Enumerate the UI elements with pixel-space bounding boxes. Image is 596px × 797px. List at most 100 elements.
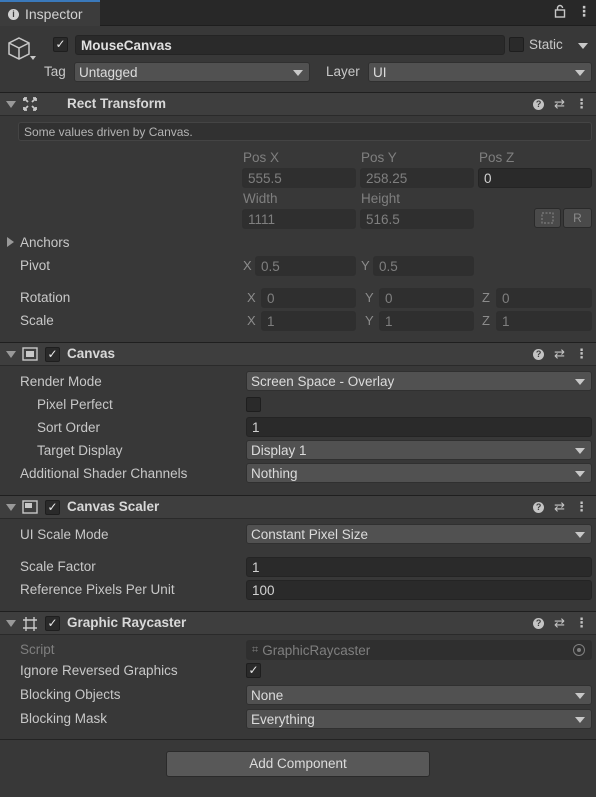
tab-inspector[interactable]: i Inspector — [0, 0, 100, 26]
blocking-objects-dropdown[interactable]: None — [246, 685, 592, 705]
raw-edit-button[interactable]: R — [563, 208, 592, 228]
ref-ppu-field[interactable]: 100 — [246, 580, 592, 600]
height-field[interactable]: 516.5 — [360, 209, 474, 229]
graphic-raycaster-enabled-checkbox[interactable]: ✓ — [45, 616, 60, 631]
rotation-y-axis[interactable]: Y — [365, 290, 374, 305]
object-picker-icon[interactable] — [573, 644, 585, 656]
script-label: Script — [20, 642, 55, 657]
pivot-y-axis[interactable]: Y — [361, 258, 370, 273]
gameobject-cube-icon[interactable] — [6, 35, 32, 66]
blocking-objects-label: Blocking Objects — [20, 687, 121, 702]
pixel-perfect-label: Pixel Perfect — [37, 397, 113, 412]
rotation-x-field[interactable]: 0 — [261, 288, 356, 308]
pivot-x-axis[interactable]: X — [243, 258, 252, 273]
rotation-x-axis[interactable]: X — [247, 290, 256, 305]
kebab-menu-icon[interactable]: ⋮ — [577, 3, 591, 20]
canvas-icon — [22, 347, 38, 364]
help-icon[interactable]: ? — [533, 99, 545, 110]
gameobject-name-field[interactable]: MouseCanvas — [75, 35, 505, 55]
foldout-arrow-icon[interactable] — [6, 504, 16, 511]
pos-z-field[interactable]: 0 — [478, 168, 592, 188]
kebab-menu-icon[interactable]: ⋮ — [575, 615, 588, 631]
scale-z-field[interactable]: 1 — [496, 311, 592, 331]
blocking-mask-value: Everything — [251, 711, 315, 727]
static-checkbox[interactable] — [509, 37, 524, 52]
pivot-x-field[interactable]: 0.5 — [255, 256, 356, 276]
pivot-label: Pivot — [20, 258, 51, 273]
ui-scale-mode-dropdown[interactable]: Constant Pixel Size — [246, 524, 592, 544]
scale-y-axis[interactable]: Y — [365, 313, 374, 328]
anchors-foldout-icon[interactable] — [7, 237, 14, 247]
graphic-raycaster-header[interactable]: ✓ Graphic Raycaster ? ⇄ ⋮ — [0, 611, 596, 635]
shader-channels-dropdown[interactable]: Nothing — [246, 463, 592, 483]
target-display-value: Display 1 — [251, 442, 307, 458]
canvas-header[interactable]: ✓ Canvas ? ⇄ ⋮ — [0, 342, 596, 366]
scale-factor-field[interactable]: 1 — [246, 557, 592, 577]
pos-x-field[interactable]: 555.5 — [242, 168, 356, 188]
tag-dropdown[interactable]: Untagged — [74, 62, 310, 82]
shader-channels-value: Nothing — [251, 465, 298, 481]
chevron-down-icon — [293, 70, 303, 76]
lock-icon[interactable] — [554, 4, 566, 21]
static-dropdown-arrow-icon[interactable] — [578, 43, 588, 49]
scale-x-field[interactable]: 1 — [261, 311, 356, 331]
help-icon[interactable]: ? — [533, 349, 545, 360]
rect-transform-title: Rect Transform — [67, 96, 167, 111]
script-icon: ⌗ — [252, 643, 259, 656]
width-field[interactable]: 1111 — [242, 209, 356, 229]
graphic-raycaster-icon — [22, 616, 38, 635]
render-mode-label: Render Mode — [20, 374, 102, 389]
scale-z-axis[interactable]: Z — [482, 313, 490, 328]
help-icon[interactable]: ? — [533, 618, 545, 629]
render-mode-dropdown[interactable]: Screen Space - Overlay — [246, 371, 592, 391]
ui-scale-mode-label: UI Scale Mode — [20, 527, 109, 542]
preset-icon[interactable]: ⇄ — [554, 346, 565, 362]
blocking-mask-label: Blocking Mask — [20, 711, 108, 726]
scale-y-field[interactable]: 1 — [379, 311, 474, 331]
preset-icon[interactable]: ⇄ — [554, 96, 565, 112]
kebab-menu-icon[interactable]: ⋮ — [575, 346, 588, 362]
scale-x-axis[interactable]: X — [247, 313, 256, 328]
anchors-label[interactable]: Anchors — [20, 235, 70, 250]
ignore-reversed-label: Ignore Reversed Graphics — [20, 663, 178, 678]
gameobject-active-checkbox[interactable]: ✓ — [53, 37, 68, 52]
add-component-button[interactable]: Add Component — [166, 751, 430, 777]
pos-x-label: Pos X — [243, 150, 280, 165]
preset-icon[interactable]: ⇄ — [554, 615, 565, 631]
pivot-y-field[interactable]: 0.5 — [373, 256, 474, 276]
canvas-enabled-checkbox[interactable]: ✓ — [45, 347, 60, 362]
chevron-down-icon — [575, 532, 585, 538]
blocking-mask-dropdown[interactable]: Everything — [246, 709, 592, 729]
static-label: Static — [529, 37, 563, 52]
height-label: Height — [361, 191, 401, 206]
blueprint-mode-button[interactable] — [534, 208, 561, 228]
ignore-reversed-checkbox[interactable]: ✓ — [246, 663, 261, 678]
canvas-scaler-header[interactable]: ✓ Canvas Scaler ? ⇄ ⋮ — [0, 495, 596, 519]
kebab-menu-icon[interactable]: ⋮ — [575, 499, 588, 515]
canvas-scaler-enabled-checkbox[interactable]: ✓ — [45, 500, 60, 515]
rotation-y-field[interactable]: 0 — [379, 288, 474, 308]
target-display-dropdown[interactable]: Display 1 — [246, 440, 592, 460]
rotation-z-axis[interactable]: Z — [482, 290, 490, 305]
layer-value: UI — [373, 64, 387, 80]
rect-transform-header[interactable]: Rect Transform ? ⇄ ⋮ — [0, 92, 596, 116]
script-field[interactable]: ⌗ GraphicRaycaster — [246, 640, 592, 660]
foldout-arrow-icon[interactable] — [6, 351, 16, 358]
script-value: GraphicRaycaster — [262, 642, 371, 658]
rotation-z-field[interactable]: 0 — [496, 288, 592, 308]
icon-dropdown-arrow-icon[interactable] — [30, 56, 36, 60]
pos-y-field[interactable]: 258.25 — [360, 168, 474, 188]
foldout-arrow-icon[interactable] — [6, 620, 16, 627]
foldout-arrow-icon[interactable] — [6, 101, 16, 108]
pos-z-label: Pos Z — [479, 150, 515, 165]
sort-order-field[interactable]: 1 — [246, 417, 592, 437]
preset-icon[interactable]: ⇄ — [554, 499, 565, 515]
render-mode-value: Screen Space - Overlay — [251, 373, 395, 389]
chevron-down-icon — [575, 70, 585, 76]
kebab-menu-icon[interactable]: ⋮ — [575, 96, 588, 112]
sort-order-label: Sort Order — [37, 420, 101, 435]
help-icon[interactable]: ? — [533, 502, 545, 513]
tab-label: Inspector — [25, 6, 83, 22]
layer-dropdown[interactable]: UI — [368, 62, 592, 82]
pixel-perfect-checkbox[interactable] — [246, 397, 261, 412]
